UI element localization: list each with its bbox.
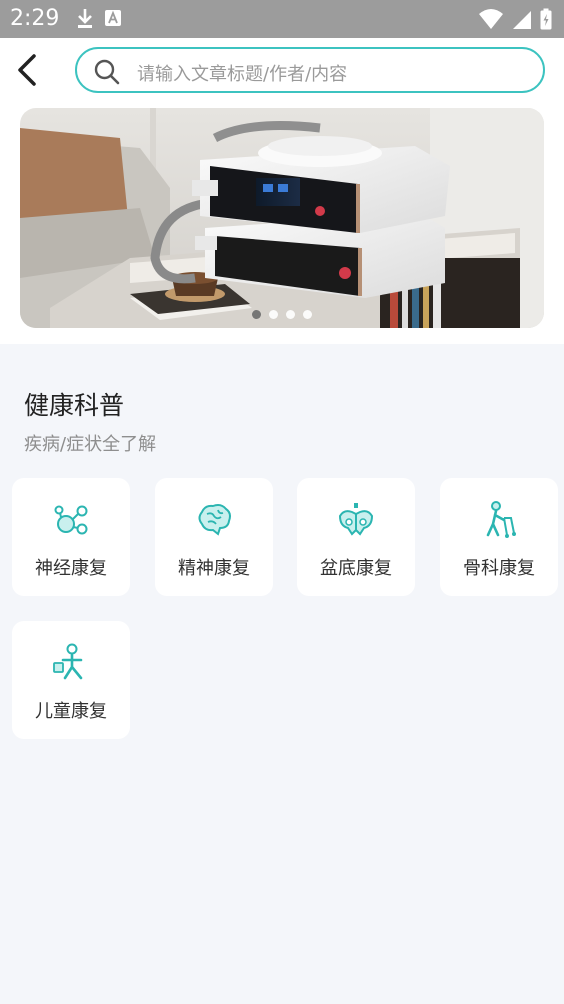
pelvis-icon	[338, 503, 374, 536]
signal-icon	[513, 11, 531, 29]
search-placeholder: 请输入文章标题/作者/内容	[137, 64, 348, 85]
status-right-icons	[478, 8, 552, 30]
chevron-left-icon	[18, 54, 36, 86]
wifi-icon	[479, 9, 503, 29]
battery-icon	[540, 8, 552, 30]
search-icon	[94, 59, 120, 85]
accessibility-icon	[105, 10, 121, 26]
category-label: 神经康复	[35, 558, 107, 579]
carousel-dot[interactable]	[286, 310, 295, 319]
walker-person-icon	[486, 501, 516, 538]
section-title: 健康科普	[24, 391, 125, 420]
download-icon	[78, 9, 92, 28]
header: 请输入文章标题/作者/内容	[0, 38, 564, 344]
banner-carousel[interactable]	[20, 108, 544, 328]
category-card-neuro[interactable]: 神经康复	[12, 478, 130, 596]
category-label: 精神康复	[178, 558, 250, 579]
neuron-icon	[54, 505, 88, 535]
category-label: 骨科康复	[463, 558, 535, 579]
section-subtitle: 疾病/症状全了解	[24, 434, 157, 455]
category-card-child[interactable]: 儿童康复	[12, 621, 130, 739]
status-time: 2:29	[10, 6, 60, 31]
category-card-pelvic[interactable]: 盆底康复	[297, 478, 415, 596]
category-card-ortho[interactable]: 骨科康复	[440, 478, 558, 596]
carousel-dot[interactable]	[269, 310, 278, 319]
status-bar: 2:29	[0, 0, 564, 38]
category-card-mental[interactable]: 精神康复	[155, 478, 273, 596]
status-left-icons	[76, 8, 122, 30]
carousel-indicators[interactable]	[20, 310, 544, 319]
carousel-dot[interactable]	[252, 310, 261, 319]
category-label: 儿童康复	[35, 701, 107, 722]
back-button[interactable]	[14, 52, 44, 88]
search-input[interactable]: 请输入文章标题/作者/内容	[75, 47, 545, 93]
carousel-dot[interactable]	[303, 310, 312, 319]
brain-icon	[198, 504, 231, 536]
category-label: 盆底康复	[320, 558, 392, 579]
banner-image	[20, 108, 544, 328]
child-icon	[53, 643, 83, 680]
